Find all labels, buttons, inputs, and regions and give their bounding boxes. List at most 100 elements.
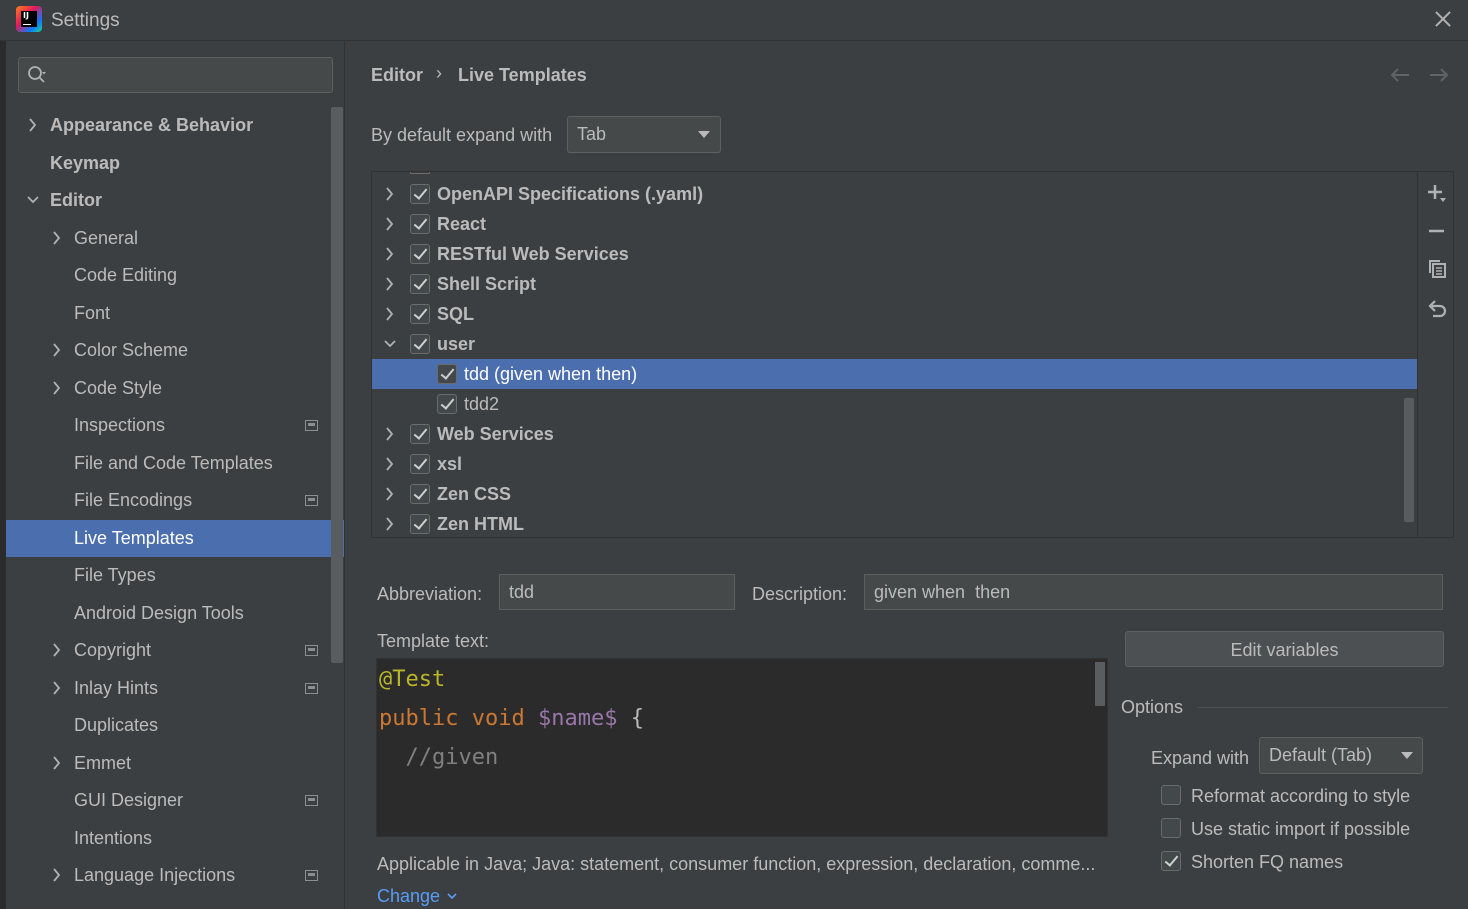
checkbox[interactable] [1161,818,1181,838]
sidebar-item-copyright[interactable]: Copyright [6,632,344,669]
template-group-zen-html[interactable]: Zen HTML [372,509,1417,537]
checkbox[interactable] [410,484,430,504]
template-text-editor[interactable]: @Test public void $name$ { //given [376,658,1108,837]
chevron-right-icon[interactable] [50,680,64,695]
template-group-shell-script[interactable]: Shell Script [372,269,1417,299]
sidebar-item-emmet[interactable]: Emmet [6,745,344,782]
sidebar-item-font[interactable]: Font [6,295,344,332]
template-group-sql[interactable]: SQL [372,299,1417,329]
chevron-down-icon[interactable] [383,337,397,351]
checkbox[interactable] [410,184,430,204]
chevron-right-icon[interactable] [383,187,397,201]
template-group-openapi-specifications-yaml[interactable]: OpenAPI Specifications (.yaml) [372,179,1417,209]
close-icon[interactable] [1430,6,1456,32]
chevron-right-icon[interactable] [50,868,64,882]
checkbox[interactable] [437,394,457,414]
checkbox[interactable] [410,454,430,474]
chevron-right-icon[interactable] [50,230,64,245]
template-item-tdd-given-when-then[interactable]: tdd (given when then) [372,359,1417,389]
template-group-xsl[interactable]: xsl [372,449,1417,479]
chevron-right-icon[interactable] [383,427,397,441]
sidebar-item-color-scheme[interactable]: Color Scheme [6,332,344,369]
code-line-2: public void $name$ { [379,706,644,731]
sidebar-item-inspections[interactable]: Inspections [6,407,344,444]
chevron-right-icon[interactable] [383,457,397,471]
sidebar-item-live-templates[interactable]: Live Templates [6,519,344,557]
checkbox[interactable] [437,364,457,384]
chevron-right-icon[interactable] [50,643,64,657]
template-group-restful-web-services[interactable]: RESTful Web Services [372,239,1417,269]
template-group-user[interactable]: user [372,329,1417,359]
chevron-down-icon[interactable] [26,193,40,207]
add-template-button[interactable] [1426,182,1448,204]
default-expand-label: By default expand with [371,125,553,145]
checkbox[interactable] [410,334,430,354]
abbreviation-field[interactable] [499,574,735,610]
sidebar-scrollbar[interactable] [331,107,343,663]
chevron-right-icon[interactable] [383,517,397,531]
expand-with-combo[interactable]: Default (Tab) [1259,737,1423,774]
chevron-right-icon[interactable] [50,755,64,770]
options-divider [1198,707,1448,708]
forward-arrow-icon[interactable] [1428,67,1450,83]
sidebar-item-language-injections[interactable]: Language Injections [6,857,344,894]
checkbox[interactable] [410,244,430,264]
editor-scrollbar[interactable] [1095,662,1105,706]
sidebar-item-file-types[interactable]: File Types [6,557,344,594]
sidebar-item-duplicates[interactable]: Duplicates [6,707,344,744]
template-label: xsl [437,454,463,474]
templates-scrollbar[interactable] [1404,398,1414,522]
sidebar-item-label: Keymap [50,152,121,173]
template-group-web-services[interactable]: Web Services [372,419,1417,449]
back-arrow-icon[interactable] [1389,67,1411,83]
checkbox[interactable] [1161,785,1181,805]
change-contexts-link[interactable]: Change [377,886,440,907]
sidebar-item-general[interactable]: General [6,220,344,257]
chevron-right-icon[interactable] [383,487,397,501]
chevron-right-icon[interactable] [383,307,397,321]
chevron-right-icon[interactable] [383,217,397,231]
sidebar-item-code-style[interactable]: Code Style [6,370,344,407]
chevron-right-icon[interactable] [383,277,397,291]
sidebar-item-label: Code Editing [74,265,178,285]
chevron-down-icon[interactable] [446,890,458,902]
template-group-zen-css[interactable]: Zen CSS [372,479,1417,509]
settings-search-box[interactable] [18,57,333,93]
sidebar-item-code-editing[interactable]: Code Editing [6,257,344,294]
sidebar-item-label: General [74,227,139,248]
sidebar-item-intentions[interactable]: Intentions [6,820,344,857]
checkbox[interactable] [410,514,430,534]
sidebar-item-label: File Types [74,565,156,585]
settings-search-input[interactable] [57,62,327,88]
chevron-right-icon[interactable] [50,380,64,395]
sidebar-item-android-design-tools[interactable]: Android Design Tools [6,595,344,632]
template-group-react[interactable]: React [372,209,1417,239]
template-label: SQL [437,304,475,324]
breadcrumb-editor[interactable]: Editor [371,65,423,86]
sidebar-item-keymap[interactable]: Keymap [6,145,344,182]
sidebar-item-label: Intentions [74,827,153,848]
chevron-right-icon[interactable] [383,247,397,261]
description-field[interactable] [864,574,1443,610]
default-expand-combo[interactable]: Tab [567,116,721,153]
template-item-tdd2[interactable]: tdd2 [372,389,1417,419]
sidebar-item-inlay-hints[interactable]: Inlay Hints [6,670,344,707]
sidebar-item-gui-designer[interactable]: GUI Designer [6,782,344,819]
sidebar-item-label: Inlay Hints [74,677,159,698]
checkbox[interactable] [410,274,430,294]
checkbox[interactable] [410,304,430,324]
chevron-right-icon[interactable] [26,118,40,132]
restore-template-button[interactable] [1426,298,1448,320]
checkbox[interactable] [410,214,430,234]
sidebar-item-file-encodings[interactable]: File Encodings [6,482,344,519]
chevron-right-icon[interactable] [50,343,64,357]
checkbox[interactable] [1161,851,1181,871]
sidebar-item-file-and-code-templates[interactable]: File and Code Templates [6,445,344,482]
sidebar-item-appearance-behavior[interactable]: Appearance & Behavior [6,107,344,144]
settings-sidebar: Appearance & Behavior Keymap Editor General… [6,41,345,909]
edit-variables-button[interactable]: Edit variables [1125,631,1444,667]
copy-template-button[interactable] [1426,258,1448,280]
sidebar-item-editor[interactable]: Editor [6,182,344,219]
remove-template-button[interactable] [1426,220,1448,242]
checkbox[interactable] [410,424,430,444]
